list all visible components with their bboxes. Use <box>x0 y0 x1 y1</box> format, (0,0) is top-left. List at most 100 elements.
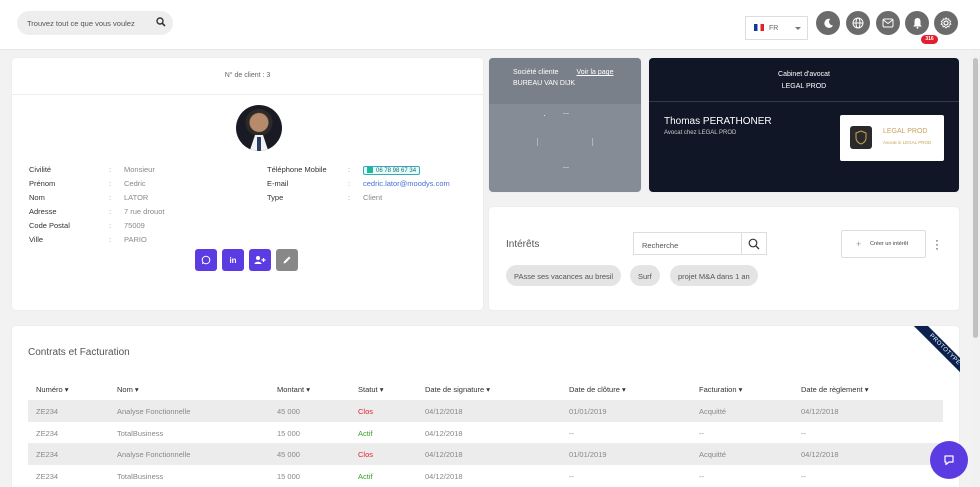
table-cell: ZE234 <box>36 450 59 459</box>
more-icon[interactable]: · · · <box>935 234 939 254</box>
field-label: Nom <box>29 193 45 202</box>
globe-icon <box>852 17 864 29</box>
france-flag-icon <box>754 24 764 31</box>
interets-search-button[interactable] <box>741 232 767 255</box>
client-info-right-sep: ::: <box>348 165 351 202</box>
notifications-button[interactable] <box>905 11 929 35</box>
avatar <box>236 105 282 151</box>
settings-button[interactable] <box>934 11 958 35</box>
chat-icon <box>944 455 954 466</box>
column-header-nom[interactable]: Nom ▾ <box>117 385 139 394</box>
lawyer-role: Avocat chez LEGAL PROD <box>664 130 737 136</box>
interest-tag[interactable]: PAsse ses vacances au bresil <box>506 265 622 286</box>
column-header-statut[interactable]: Statut ▾ <box>358 385 383 394</box>
table-cell: 04/12/2018 <box>425 472 463 481</box>
column-header-numero[interactable]: Numéro ▾ <box>36 385 69 394</box>
field-label: Code Postal <box>29 221 70 230</box>
mail-button[interactable] <box>876 11 900 35</box>
societe-name: BUREAU VAN DIJK <box>513 80 576 87</box>
contrats-card: Contrats et Facturation Numéro ▾ Nom ▾ M… <box>12 326 959 487</box>
status-badge: Clos <box>358 407 374 416</box>
column-header-facturation[interactable]: Facturation ▾ <box>699 385 742 394</box>
column-header-date-reglement[interactable]: Date de règlement ▾ <box>801 385 869 394</box>
globe-button[interactable] <box>846 11 870 35</box>
moon-icon <box>823 18 833 28</box>
top-bar: Trouvez tout ce que vous voulez FR 316 <box>0 0 980 50</box>
voir-la-page-link[interactable]: Voir la page <box>576 69 613 76</box>
chevron-down-icon <box>795 27 801 30</box>
contrats-title: Contrats et Facturation <box>28 347 130 358</box>
table-cell: -- <box>699 472 704 481</box>
table-cell: 15 000 <box>277 429 300 438</box>
table-cell: Analyse Fonctionnelle <box>117 407 191 416</box>
table-cell: -- <box>569 429 574 438</box>
table-row[interactable]: ZE234 Analyse Fonctionnelle 45 000 Clos … <box>28 443 943 465</box>
search-icon[interactable] <box>156 17 166 29</box>
whatsapp-button[interactable] <box>195 249 217 271</box>
table-row[interactable]: ZE234 TotalBusiness 15 000 Actif 04/12/2… <box>28 422 943 444</box>
dark-mode-button[interactable] <box>816 11 840 35</box>
field-label: Adresse <box>29 207 57 216</box>
interest-tag[interactable]: Surf <box>630 265 660 286</box>
edit-button[interactable] <box>276 249 298 271</box>
linkedin-button[interactable]: in <box>222 249 244 271</box>
add-user-icon <box>254 256 266 264</box>
create-interest-label: Créer un intérêt <box>870 241 909 247</box>
logo-subtitle: Avocat in LEGAL PROD <box>883 140 932 145</box>
interets-title: Intérêts <box>506 239 540 250</box>
create-interest-button[interactable]: + Créer un intérêt <box>841 230 926 258</box>
add-contact-button[interactable] <box>249 249 271 271</box>
field-label: Civilité <box>29 165 52 174</box>
client-number: N° de client : 3 <box>12 58 483 95</box>
client-info-left: Civilité Prénom Nom Adresse Code Postal … <box>29 165 70 249</box>
table-cell: -- <box>801 472 806 481</box>
search-input[interactable]: Trouvez tout ce que vous voulez <box>17 11 173 35</box>
societe-label: Société cliente <box>513 69 559 76</box>
plus-icon: + <box>856 239 862 249</box>
client-info-right-values: 06 78 98 67 34 cedric.lator@moodys.com C… <box>363 165 450 207</box>
interest-tag[interactable]: projet M&A dans 1 an <box>670 265 758 286</box>
chat-button[interactable] <box>930 441 968 479</box>
client-info-left-sep: :::::: <box>109 165 112 244</box>
phone-value[interactable]: 06 78 98 67 34 <box>363 166 421 175</box>
table-cell: 45 000 <box>277 450 300 459</box>
column-header-date-signature[interactable]: Date de signature ▾ <box>425 385 490 394</box>
scrollbar[interactable] <box>971 50 980 487</box>
table-cell: 01/01/2019 <box>569 407 607 416</box>
table-row[interactable]: ZE234 Analyse Fonctionnelle 45 000 Clos … <box>28 400 943 422</box>
cabinet-name: LEGAL PROD <box>781 83 827 90</box>
column-header-montant[interactable]: Montant ▾ <box>277 385 310 394</box>
nom-value: LATOR <box>124 193 149 202</box>
column-header-date-cloture[interactable]: Date de clôture ▾ <box>569 385 626 394</box>
table-cell: 04/12/2018 <box>801 407 839 416</box>
interets-card: Intérêts Recherche + Créer un intérêt · ·… <box>489 207 959 310</box>
table-cell: 04/12/2018 <box>425 429 463 438</box>
table-cell: 45 000 <box>277 407 300 416</box>
cabinet-logo: LEGAL PROD Avocat in LEGAL PROD <box>840 115 944 161</box>
table-cell: -- <box>699 429 704 438</box>
interets-search-input[interactable]: Recherche <box>633 232 742 255</box>
field-label: Prénom <box>29 179 56 188</box>
table-row[interactable]: ZE234 TotalBusiness 15 000 Actif 04/12/2… <box>28 465 943 487</box>
table-cell: ZE234 <box>36 472 59 481</box>
phone-icon <box>367 167 373 173</box>
table-cell: -- <box>801 429 806 438</box>
prototype-ribbon-label: PROTOTYPE <box>912 326 960 381</box>
email-link[interactable]: cedric.lator@moodys.com <box>363 179 450 188</box>
adresse-value: 7 rue drouot <box>124 207 165 216</box>
table-cell: 04/12/2018 <box>425 407 463 416</box>
table-cell: -- <box>569 472 574 481</box>
status-badge: Actif <box>358 429 373 438</box>
table-cell: TotalBusiness <box>117 429 164 438</box>
whatsapp-icon <box>201 255 211 265</box>
table-cell: Acquitté <box>699 450 727 459</box>
client-card: N° de client : 3 Civilité Prénom Nom Adr… <box>12 58 483 310</box>
cabinet-label: Cabinet d'avocat <box>778 71 830 78</box>
scrollbar-thumb[interactable] <box>973 58 978 338</box>
linkedin-icon: in <box>229 255 237 265</box>
language-select[interactable]: FR <box>745 16 808 40</box>
table-cell: 04/12/2018 <box>425 450 463 459</box>
table-cell: ZE234 <box>36 429 59 438</box>
code-postal-value: 75009 <box>124 221 145 230</box>
client-info-left-values: Monsieur Cedric LATOR 7 rue drouot 75009… <box>124 165 164 249</box>
